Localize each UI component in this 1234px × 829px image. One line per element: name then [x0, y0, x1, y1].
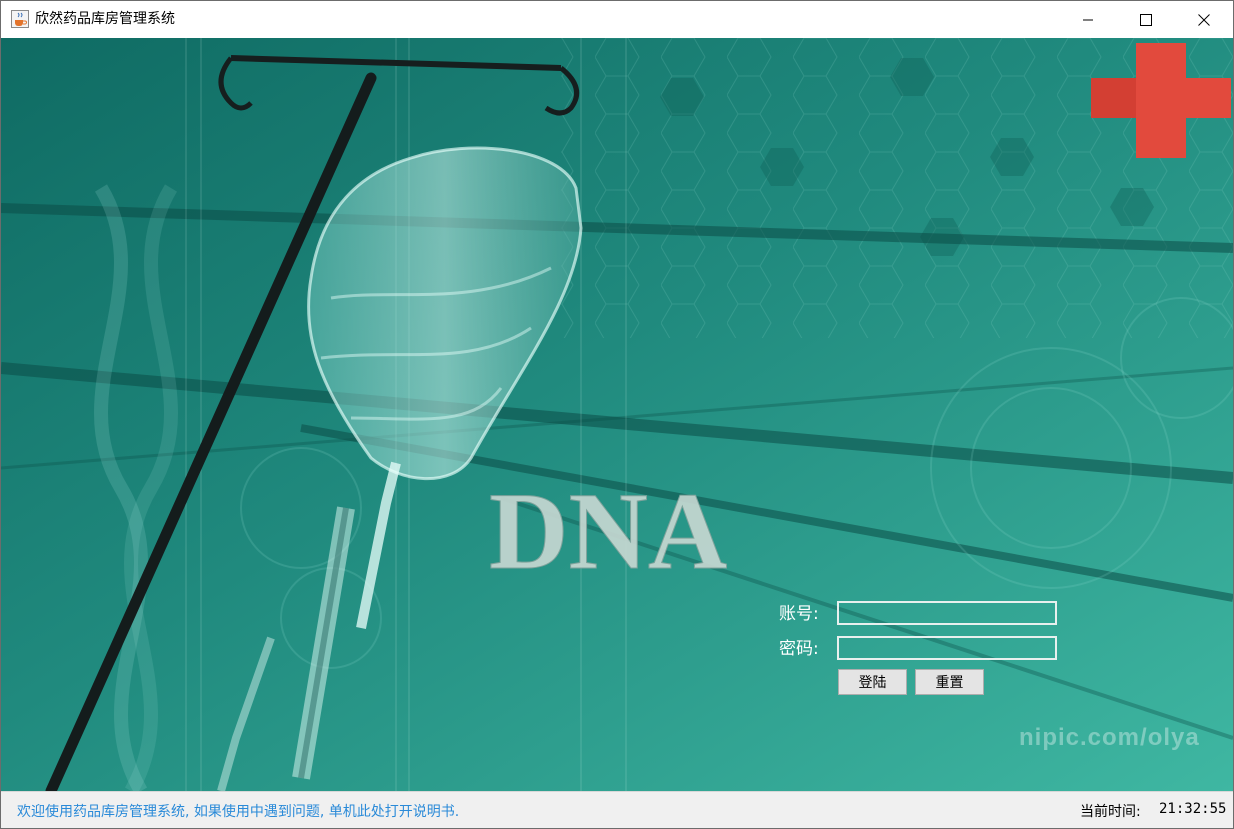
java-cup-icon: [11, 10, 29, 28]
app-window: 欣然药品库房管理系统 DNA 账号: 密码: 登陆 重置 nipic.com/o…: [0, 0, 1234, 829]
window-title: 欣然药品库房管理系统: [35, 11, 175, 27]
title-bar[interactable]: 欣然药品库房管理系统: [1, 1, 1233, 38]
minimize-icon: [1083, 19, 1093, 20]
maximize-icon: [1140, 13, 1152, 26]
account-input[interactable]: [837, 601, 1057, 625]
account-label: 账号:: [779, 604, 819, 624]
close-icon: [1198, 13, 1210, 26]
medical-banner-image: DNA: [1, 38, 1233, 791]
time-label: 当前时间:: [1080, 804, 1141, 820]
login-button[interactable]: 登陆: [838, 669, 907, 695]
maximize-button[interactable]: [1117, 1, 1175, 38]
close-button[interactable]: [1175, 1, 1233, 38]
password-input[interactable]: [837, 636, 1057, 660]
password-label: 密码:: [779, 639, 819, 659]
watermark-text: nipic.com/olya: [1019, 724, 1200, 751]
help-link[interactable]: 欢迎使用药品库房管理系统, 如果使用中遇到问题, 单机此处打开说明书.: [17, 801, 459, 821]
dna-text: DNA: [489, 470, 727, 592]
reset-button[interactable]: 重置: [915, 669, 984, 695]
login-panel: DNA 账号: 密码: 登陆 重置: [1, 38, 1233, 791]
status-bar: 欢迎使用药品库房管理系统, 如果使用中遇到问题, 单机此处打开说明书. 当前时间…: [1, 791, 1233, 828]
current-time: 21:32:55: [1159, 801, 1227, 817]
minimize-button[interactable]: [1059, 1, 1117, 38]
